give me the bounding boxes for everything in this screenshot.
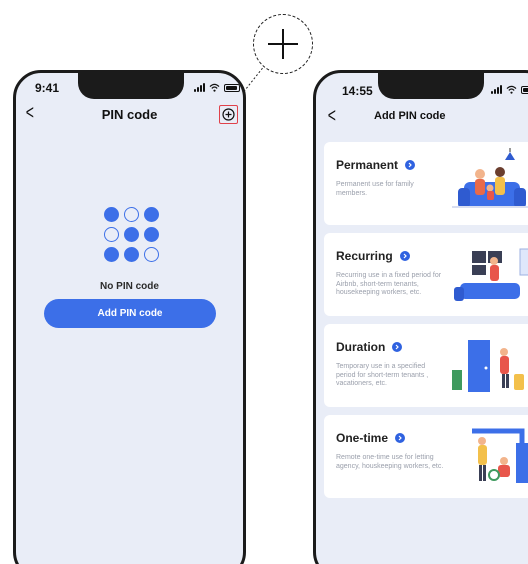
status-icons	[491, 85, 528, 94]
page-title: Add PIN code	[374, 110, 446, 122]
wifi-icon	[209, 83, 220, 92]
pin-type-card-one-time[interactable]: One-time Remote one-time use for letting…	[324, 415, 528, 498]
pin-dot-illustration	[104, 207, 159, 262]
family-sofa-illustration	[452, 148, 528, 208]
pin-type-card-recurring[interactable]: Recurring Recurring use in a fixed perio…	[324, 233, 528, 316]
card-title: Recurring	[336, 249, 393, 263]
empty-state-text: No PIN code	[100, 281, 159, 292]
pin-dot-filled	[124, 227, 139, 242]
status-time: 9:41	[35, 81, 60, 95]
pin-dot-filled	[144, 227, 159, 242]
pin-dot-filled	[144, 207, 159, 222]
add-pin-code-button[interactable]: Add PIN code	[44, 299, 216, 328]
wifi-icon	[506, 85, 517, 94]
card-title: Duration	[336, 340, 386, 354]
add-circle-icon	[222, 108, 235, 121]
status-icons	[194, 83, 240, 92]
pin-dot-filled	[104, 247, 119, 262]
card-description: Permanent use for family members.	[336, 181, 414, 197]
plumber-illustration	[472, 428, 528, 483]
signal-icon	[491, 85, 502, 94]
pin-dot-hollow	[124, 207, 139, 222]
traveler-door-illustration	[452, 340, 524, 392]
pin-type-list: Permanent Permanent use for family membe…	[324, 142, 528, 506]
phone-add-pin-code: 14:55 < Add PIN code Permanent Permanent…	[313, 70, 528, 564]
battery-icon	[224, 83, 240, 92]
pin-type-card-duration[interactable]: Duration Temporary use in a specified pe…	[324, 324, 528, 407]
add-pin-icon-button[interactable]	[219, 105, 238, 124]
zoom-callout	[253, 14, 313, 74]
battery-icon	[521, 85, 528, 94]
phone-notch	[378, 73, 484, 99]
plus-icon	[268, 29, 298, 59]
card-description: Temporary use in a specified period for …	[336, 363, 429, 387]
signal-icon	[194, 83, 205, 92]
phone-pin-code: 9:41 < PIN code No PIN code Add PIN code	[13, 70, 246, 564]
card-title: One-time	[336, 431, 389, 445]
info-badge-icon	[392, 342, 403, 352]
page-title: PIN code	[101, 107, 158, 122]
pin-type-card-permanent[interactable]: Permanent Permanent use for family membe…	[324, 142, 528, 225]
card-title: Permanent	[336, 158, 399, 172]
pin-dot-filled	[124, 247, 139, 262]
info-badge-icon	[405, 160, 416, 170]
pin-dot-hollow	[144, 247, 159, 262]
status-time: 14:55	[342, 84, 373, 98]
info-badge-icon	[395, 433, 406, 443]
phone-notch	[78, 73, 184, 99]
back-chevron-icon[interactable]: <	[328, 106, 336, 126]
card-description: Recurring use in a fixed period for Airb…	[336, 272, 442, 296]
pin-dot-hollow	[104, 227, 119, 242]
pin-dot-filled	[104, 207, 119, 222]
info-badge-icon	[399, 251, 410, 261]
card-description: Remote one-time use for letting agency, …	[336, 454, 444, 470]
housekeeping-illustration	[454, 248, 528, 301]
